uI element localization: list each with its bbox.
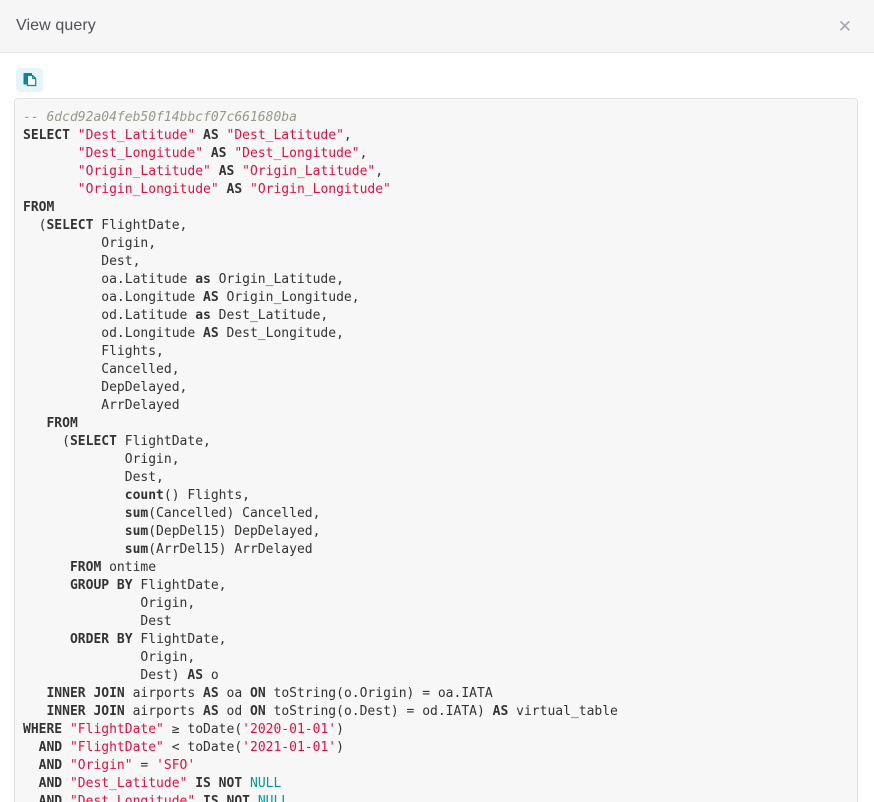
sql-code-line: od.Longitude AS Dest_Longitude, — [23, 325, 849, 343]
sql-code-line: Dest, — [23, 253, 849, 271]
sql-code-line: sum(Cancelled) Cancelled, — [23, 505, 849, 523]
sql-code-line: SELECT "Dest_Latitude" AS "Dest_Latitude… — [23, 127, 849, 145]
sql-code-line: Origin, — [23, 595, 849, 613]
sql-code-line: AND "Dest_Longitude" IS NOT NULL — [23, 793, 849, 802]
view-query-modal: View query ✕ -- 6dcd92a04feb50f14bbcf07c… — [0, 0, 874, 802]
sql-code-line: Flights, — [23, 343, 849, 361]
sql-code-line: INNER JOIN airports AS od ON toString(o.… — [23, 703, 849, 721]
sql-code-line: oa.Longitude AS Origin_Longitude, — [23, 289, 849, 307]
sql-code-line: sum(DepDel15) DepDelayed, — [23, 523, 849, 541]
close-button[interactable]: ✕ — [834, 14, 856, 39]
sql-code-line: -- 6dcd92a04feb50f14bbcf07c661680ba — [23, 109, 849, 127]
sql-code-line: ArrDelayed — [23, 397, 849, 415]
sql-code-line: (SELECT FlightDate, — [23, 433, 849, 451]
sql-code-line: count() Flights, — [23, 487, 849, 505]
sql-code-line: WHERE "FlightDate" ≥ toDate('2020-01-01'… — [23, 721, 849, 739]
modal-title: View query — [16, 17, 96, 35]
sql-code-line: AND "Origin" = 'SFO' — [23, 757, 849, 775]
sql-code-line: Origin, — [23, 235, 849, 253]
sql-code-line: Dest — [23, 613, 849, 631]
sql-code-line: oa.Latitude as Origin_Latitude, — [23, 271, 849, 289]
sql-query-block[interactable]: -- 6dcd92a04feb50f14bbcf07c661680baSELEC… — [14, 98, 858, 802]
copy-to-clipboard-button[interactable] — [16, 68, 43, 92]
sql-code-line: FROM — [23, 415, 849, 433]
sql-code-line: Origin, — [23, 649, 849, 667]
copy-icon — [22, 72, 38, 88]
sql-code-line: "Origin_Latitude" AS "Origin_Latitude", — [23, 163, 849, 181]
sql-code-line: DepDelayed, — [23, 379, 849, 397]
sql-code-line: AND "Dest_Latitude" IS NOT NULL — [23, 775, 849, 793]
sql-code-line: od.Latitude as Dest_Latitude, — [23, 307, 849, 325]
sql-code-line: sum(ArrDel15) ArrDelayed — [23, 541, 849, 559]
sql-code-line: ORDER BY FlightDate, — [23, 631, 849, 649]
sql-code-line: (SELECT FlightDate, — [23, 217, 849, 235]
sql-code-line: FROM ontime — [23, 559, 849, 577]
sql-code-line: Cancelled, — [23, 361, 849, 379]
sql-code-line: Dest) AS o — [23, 667, 849, 685]
sql-code-line: Origin, — [23, 451, 849, 469]
sql-code-line: GROUP BY FlightDate, — [23, 577, 849, 595]
close-icon: ✕ — [838, 17, 852, 36]
sql-code-line: AND "FlightDate" < toDate('2021-01-01') — [23, 739, 849, 757]
sql-code: -- 6dcd92a04feb50f14bbcf07c661680baSELEC… — [23, 109, 849, 802]
sql-code-line: "Origin_Longitude" AS "Origin_Longitude" — [23, 181, 849, 199]
modal-header: View query ✕ — [0, 0, 874, 53]
modal-body: -- 6dcd92a04feb50f14bbcf07c661680baSELEC… — [0, 53, 874, 802]
sql-code-line: INNER JOIN airports AS oa ON toString(o.… — [23, 685, 849, 703]
sql-code-line: "Dest_Longitude" AS "Dest_Longitude", — [23, 145, 849, 163]
sql-code-line: FROM — [23, 199, 849, 217]
sql-code-line: Dest, — [23, 469, 849, 487]
